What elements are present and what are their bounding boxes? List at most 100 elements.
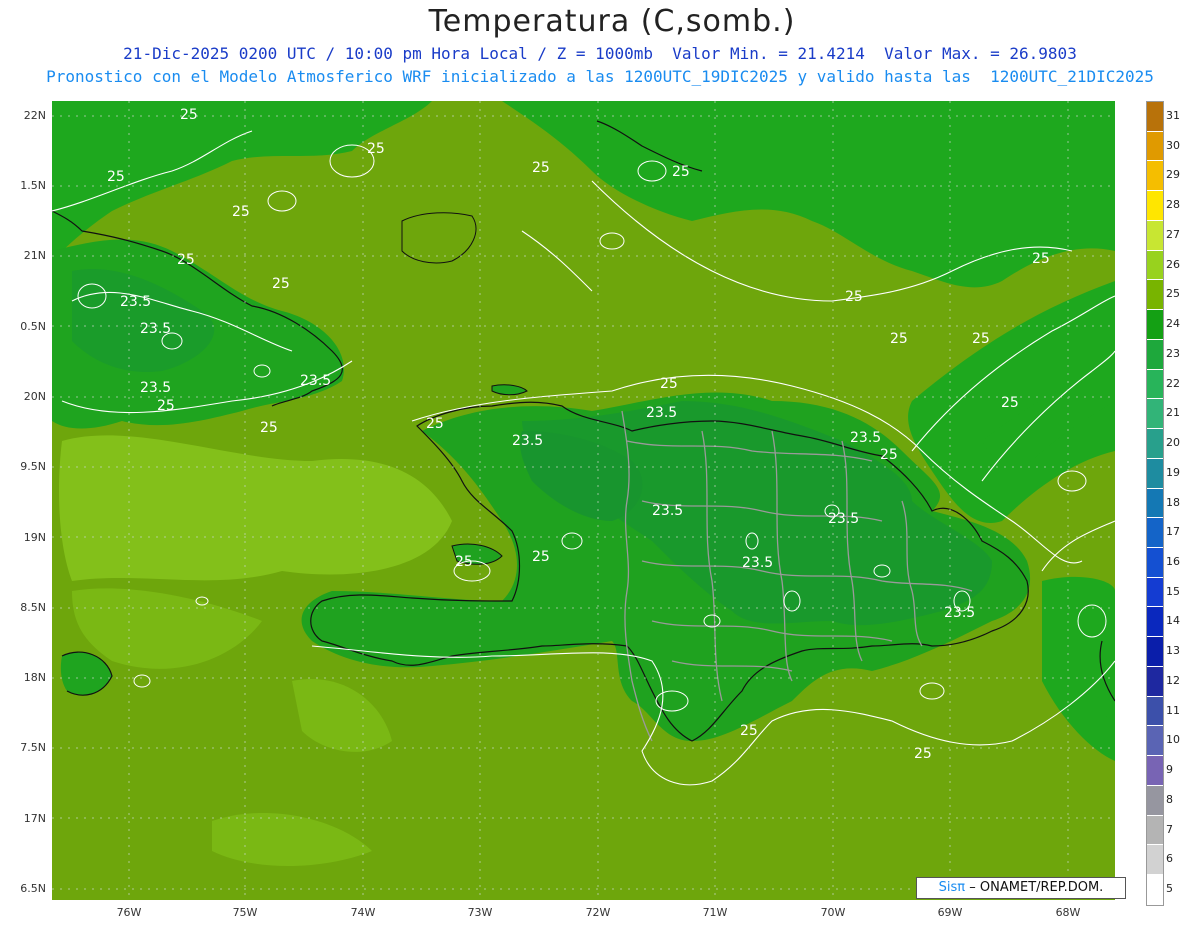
contour-label: 25 bbox=[1001, 395, 1019, 411]
colorbar-swatch bbox=[1147, 250, 1163, 281]
colorbar-label: 13 bbox=[1166, 644, 1180, 658]
contour-label: 25 bbox=[177, 252, 195, 268]
colorbar-label: 24 bbox=[1166, 317, 1180, 331]
colorbar-label: 15 bbox=[1166, 584, 1180, 598]
colorbar-label: 5 bbox=[1166, 882, 1173, 896]
lon-label: 76W bbox=[116, 906, 142, 919]
credit-text: – ONAMET/REP.DOM. bbox=[969, 880, 1104, 895]
colorbar-swatch bbox=[1147, 458, 1163, 489]
lat-label: 9.5N bbox=[20, 460, 46, 473]
colorbar-swatch bbox=[1147, 696, 1163, 727]
colorbar-swatch bbox=[1147, 369, 1163, 400]
contour-label: 23.5 bbox=[944, 605, 975, 621]
contour-label: 25 bbox=[455, 554, 473, 570]
lon-label: 70W bbox=[820, 906, 846, 919]
colorbar-label: 8 bbox=[1166, 792, 1173, 806]
colorbar-swatch bbox=[1147, 220, 1163, 251]
contour-label: 23.5 bbox=[120, 294, 151, 310]
contour-label: 25 bbox=[107, 169, 125, 185]
contour-label: 25 bbox=[672, 164, 690, 180]
contour-label: 25 bbox=[157, 398, 175, 414]
contour-label: 25 bbox=[845, 289, 863, 305]
colorbar-label: 11 bbox=[1166, 703, 1180, 717]
chart-title: Temperatura (C,somb.) bbox=[428, 4, 796, 39]
lat-label: 6.5N bbox=[20, 882, 46, 895]
colorbar-label: 29 bbox=[1166, 168, 1180, 182]
contour-label: 25 bbox=[880, 447, 898, 463]
colorbar-swatch bbox=[1147, 607, 1163, 638]
colorbar-label: 20 bbox=[1166, 436, 1180, 450]
contour-label: 25 bbox=[532, 549, 550, 565]
colorbar-swatch bbox=[1147, 548, 1163, 578]
colorbar-swatch bbox=[1147, 785, 1163, 816]
contour-label: 23.5 bbox=[652, 503, 683, 519]
contour-label: 23.5 bbox=[646, 405, 677, 421]
colorbar-swatch bbox=[1147, 280, 1163, 311]
lon-label: 68W bbox=[1055, 906, 1081, 919]
subtitle-model-info: Pronostico con el Modelo Atmosferico WRF… bbox=[46, 67, 1154, 86]
colorbar-swatch bbox=[1147, 399, 1163, 430]
lat-label: 21N bbox=[23, 249, 46, 262]
colorbar-label: 7 bbox=[1166, 822, 1173, 836]
lat-label: 7.5N bbox=[20, 741, 46, 754]
credit-box: Sisπ – ONAMET/REP.DOM. bbox=[916, 877, 1126, 899]
contour-label: 25 bbox=[272, 276, 290, 292]
lon-label: 73W bbox=[467, 906, 493, 919]
contour-label: 25 bbox=[532, 160, 550, 176]
colorbar-label: 17 bbox=[1166, 525, 1180, 539]
contour-label: 25 bbox=[426, 416, 444, 432]
colorbar-label: 25 bbox=[1166, 287, 1180, 301]
contour-label: 23.5 bbox=[512, 433, 543, 449]
lon-label: 69W bbox=[937, 906, 963, 919]
contour-label: 23.5 bbox=[140, 321, 171, 337]
lat-label: 18N bbox=[23, 671, 46, 684]
colorbar-swatch bbox=[1147, 191, 1163, 221]
contour-label: 23.5 bbox=[850, 430, 881, 446]
colorbar-swatch bbox=[1147, 637, 1163, 667]
lat-label: 17N bbox=[23, 812, 46, 825]
lon-label: 71W bbox=[702, 906, 728, 919]
colorbar-label: 9 bbox=[1166, 763, 1173, 777]
colorbar-label: 27 bbox=[1166, 227, 1180, 241]
contour-label: 25 bbox=[914, 746, 932, 762]
lat-label: 1.5N bbox=[20, 179, 46, 192]
colorbar-label: 6 bbox=[1166, 852, 1173, 866]
contour-label: 25 bbox=[660, 376, 678, 392]
colorbar-swatch bbox=[1147, 429, 1163, 459]
lat-label: 19N bbox=[23, 531, 46, 544]
colorbar bbox=[1146, 101, 1164, 906]
colorbar-swatch bbox=[1147, 726, 1163, 757]
contour-label: 23.5 bbox=[300, 373, 331, 389]
colorbar-label: 10 bbox=[1166, 733, 1180, 747]
colorbar-label: 22 bbox=[1166, 376, 1180, 390]
lat-label: 20N bbox=[23, 390, 46, 403]
colorbar-swatch bbox=[1147, 875, 1163, 905]
temperature-map: 25 25 25 25 25 25 25 25 25 25 25 25 25 2… bbox=[52, 101, 1115, 900]
sispi-logo: Sisπ bbox=[938, 880, 966, 895]
contour-label: 25 bbox=[890, 331, 908, 347]
contour-label: 23.5 bbox=[828, 511, 859, 527]
colorbar-swatch bbox=[1147, 756, 1163, 786]
colorbar-label: 26 bbox=[1166, 257, 1180, 271]
colorbar-label: 28 bbox=[1166, 198, 1180, 212]
contour-label: 25 bbox=[260, 420, 278, 436]
contour-label: 25 bbox=[367, 141, 385, 157]
colorbar-label: 12 bbox=[1166, 673, 1180, 687]
colorbar-swatch bbox=[1147, 845, 1163, 876]
colorbar-swatch bbox=[1147, 102, 1163, 132]
colorbar-label: 30 bbox=[1166, 138, 1180, 152]
colorbar-swatch bbox=[1147, 666, 1163, 697]
colorbar-label: 23 bbox=[1166, 346, 1180, 360]
colorbar-label: 31 bbox=[1166, 108, 1180, 122]
lon-label: 75W bbox=[232, 906, 258, 919]
lat-label: 8.5N bbox=[20, 601, 46, 614]
contour-label: 25 bbox=[180, 107, 198, 123]
colorbar-label: 21 bbox=[1166, 406, 1180, 420]
colorbar-swatch bbox=[1147, 815, 1163, 846]
colorbar-label: 18 bbox=[1166, 495, 1180, 509]
colorbar-swatch bbox=[1147, 310, 1163, 340]
lat-label: 22N bbox=[23, 109, 46, 122]
colorbar-swatch bbox=[1147, 518, 1163, 549]
colorbar-swatch bbox=[1147, 131, 1163, 162]
lon-label: 74W bbox=[350, 906, 376, 919]
